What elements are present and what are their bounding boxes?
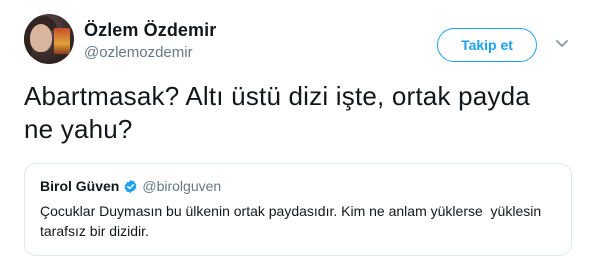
quoted-text-line: Çocuklar Duymasın bu ülkenin ortak payda… [40,203,542,219]
chevron-down-icon[interactable] [554,38,570,50]
tweet-text-line: Abartmasak? Altı üstü dizi işte, ortak p… [24,81,530,111]
quoted-tweet-header: Birol Güven @birolguven [40,178,221,194]
avatar[interactable] [24,14,74,64]
verified-badge-icon [124,179,137,193]
quoted-author-name: Birol Güven [40,178,120,194]
avatar-face [30,24,52,52]
quoted-tweet[interactable]: Birol Güven @birolguven Çocuklar Duyması… [24,163,572,256]
tweet-text-line: ne yahu? [24,114,133,144]
tweet-card: Özlem Özdemir @ozlemozdemir Takip et Aba… [0,0,600,258]
author-handle[interactable]: @ozlemozdemir [84,44,193,61]
quoted-author-handle: @birolguven [142,178,222,194]
tweet-text: Abartmasak? Altı üstü dizi işte, ortak p… [24,80,584,146]
author-name[interactable]: Özlem Özdemir [84,20,216,41]
quoted-tweet-text: Çocuklar Duymasın bu ülkenin ortak payda… [40,201,560,241]
follow-button[interactable]: Takip et [437,28,537,62]
avatar-book [54,28,70,54]
quoted-text-line: tarafsız bir dizidir. [40,223,149,239]
